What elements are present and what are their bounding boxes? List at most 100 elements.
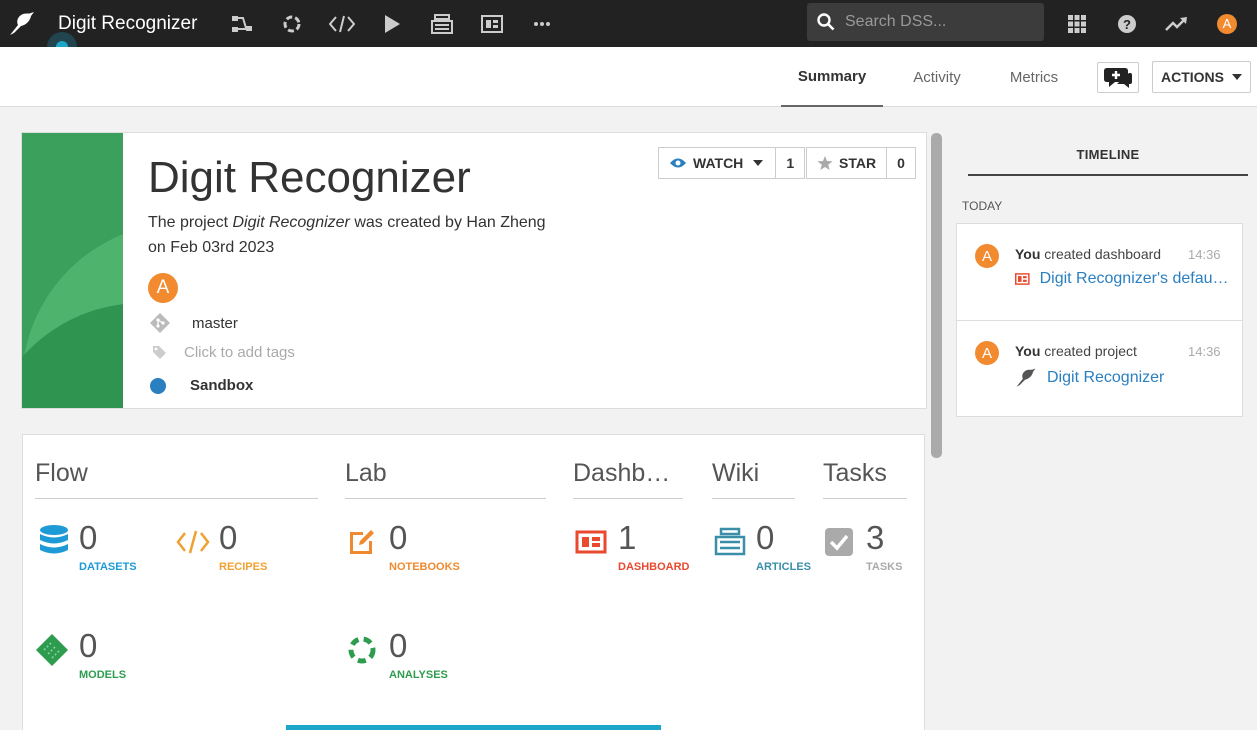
articles-label: ARTICLES xyxy=(756,561,811,573)
project-creation-date: on Feb 03rd 2023 xyxy=(148,239,275,256)
datasets-count: 0 xyxy=(79,519,98,556)
timeline-list: A You created dashboard 14:36 Digit Reco… xyxy=(956,223,1243,417)
tags-row[interactable]: Click to add tags xyxy=(150,343,295,361)
dashboard-label: DASHBOARD xyxy=(618,561,690,573)
branch-name: master xyxy=(192,314,238,332)
section-title-wiki[interactable]: Wiki xyxy=(712,459,795,499)
articles-count: 0 xyxy=(756,519,775,556)
analysis-icon[interactable] xyxy=(267,0,317,47)
add-tags-link[interactable]: Click to add tags xyxy=(184,344,295,361)
notebooks-label: NOTEBOOKS xyxy=(389,561,460,573)
project-title-link[interactable]: Digit Recognizer xyxy=(58,13,197,35)
dashboard-count: 1 xyxy=(618,519,637,556)
watch-label: WATCH xyxy=(693,155,744,171)
run-icon[interactable] xyxy=(367,0,417,47)
notebook-edit-icon xyxy=(345,525,379,559)
model-icon xyxy=(35,633,69,667)
help-icon[interactable]: ? xyxy=(1102,0,1152,47)
search-icon xyxy=(817,13,835,31)
caret-down-icon xyxy=(753,160,764,166)
caret-down-icon xyxy=(1232,74,1242,80)
project-title: Digit Recognizer xyxy=(148,153,471,202)
project-stats-card: Flow Lab Dashboards Wiki Tasks 0 DATASET… xyxy=(22,434,925,730)
tasks-count: 3 xyxy=(866,519,885,556)
timeline-item: A You created dashboard 14:36 Digit Reco… xyxy=(957,224,1242,320)
apps-grid-icon[interactable] xyxy=(1052,0,1102,47)
wiki-icon[interactable] xyxy=(417,0,467,47)
user-avatar[interactable]: A xyxy=(1202,0,1252,47)
database-icon xyxy=(37,525,71,559)
watch-count[interactable]: 1 xyxy=(776,148,804,178)
status-dot-icon xyxy=(150,377,166,394)
tab-summary[interactable]: Summary xyxy=(781,47,883,107)
actions-dropdown-button[interactable]: ACTIONS xyxy=(1152,61,1251,93)
project-subheader: Summary Activity Metrics ACTIONS xyxy=(0,47,1257,107)
more-icon[interactable] xyxy=(517,0,567,47)
timeline-title: TIMELINE xyxy=(968,147,1248,176)
dss-logo-icon[interactable] xyxy=(0,0,44,47)
timeline-link[interactable]: Digit Recognizer's default dashboard xyxy=(1015,270,1230,288)
dashboard-icon xyxy=(574,525,608,559)
section-title-tasks[interactable]: Tasks xyxy=(823,459,907,499)
flow-icon[interactable] xyxy=(217,0,267,47)
dashboard-icon xyxy=(1015,273,1030,285)
tag-icon xyxy=(153,346,166,359)
recipes-label: RECIPES xyxy=(219,561,268,573)
analyses-label: ANALYSES xyxy=(389,669,448,681)
models-label: MODELS xyxy=(79,669,127,681)
project-name-italic: Digit Recognizer xyxy=(232,214,350,231)
timeline-action: You created project xyxy=(1015,343,1137,359)
search-input[interactable] xyxy=(845,13,1035,31)
timeline-item: A You created project 14:36 Digit Recogn… xyxy=(957,320,1242,416)
discussions-button[interactable] xyxy=(1097,62,1139,93)
tab-metrics[interactable]: Metrics xyxy=(994,47,1074,107)
timeline-time: 14:36 xyxy=(1188,344,1221,359)
tasks-label: TASKS xyxy=(866,561,903,573)
project-header-card: Digit Recognizer The project Digit Recog… xyxy=(21,132,927,409)
code-icon xyxy=(176,525,210,559)
svg-text:?: ? xyxy=(1123,17,1131,32)
notebooks-count: 0 xyxy=(389,519,408,556)
user-initial: A xyxy=(1217,13,1237,34)
timeline-action: You created dashboard xyxy=(1015,246,1162,262)
dashboard-icon[interactable] xyxy=(467,0,517,47)
project-status[interactable]: Sandbox xyxy=(190,377,253,394)
timeline-time: 14:36 xyxy=(1188,247,1221,262)
section-title-dashboards[interactable]: Dashboards xyxy=(573,459,683,499)
timeline-link[interactable]: Digit Recognizer xyxy=(1015,367,1230,389)
actions-label: ACTIONS xyxy=(1161,69,1224,85)
section-title-flow[interactable]: Flow xyxy=(35,459,318,499)
timeline-panel: TIMELINE TODAY A You created dashboard 1… xyxy=(944,107,1257,730)
status-row: Sandbox xyxy=(150,377,253,394)
watch-button[interactable]: WATCH 1 xyxy=(658,147,806,179)
section-title-lab[interactable]: Lab xyxy=(345,459,546,499)
recipes-count: 0 xyxy=(219,519,238,556)
avatar[interactable]: A xyxy=(975,341,999,365)
code-icon[interactable] xyxy=(317,0,367,47)
discussions-icon xyxy=(1104,67,1132,88)
avatar[interactable]: A xyxy=(975,244,999,268)
wiki-icon xyxy=(713,525,747,559)
tab-activity[interactable]: Activity xyxy=(895,47,979,107)
owner-avatar[interactable]: A xyxy=(148,273,178,303)
project-description: The project Digit Recognizer was created… xyxy=(148,210,568,260)
timeline-today-label: TODAY xyxy=(962,199,1003,213)
star-count[interactable]: 0 xyxy=(887,148,915,178)
project-color-band xyxy=(22,133,123,408)
star-icon xyxy=(817,156,833,170)
git-branch-icon xyxy=(150,313,170,333)
models-count: 0 xyxy=(79,627,98,664)
star-label: STAR xyxy=(839,155,877,171)
star-button[interactable]: STAR 0 xyxy=(806,147,917,179)
trend-icon[interactable] xyxy=(1152,0,1202,47)
top-navbar: Digit Recognizer ? xyxy=(0,0,1257,47)
analysis-icon xyxy=(345,633,379,667)
progress-bar xyxy=(286,725,661,730)
search-box[interactable] xyxy=(807,3,1044,41)
branch-row: master xyxy=(150,313,238,333)
datasets-label: DATASETS xyxy=(79,561,137,573)
bird-icon xyxy=(1016,368,1036,387)
analyses-count: 0 xyxy=(389,627,408,664)
checkbox-icon xyxy=(822,525,856,559)
scrollbar-thumb[interactable] xyxy=(931,133,942,458)
